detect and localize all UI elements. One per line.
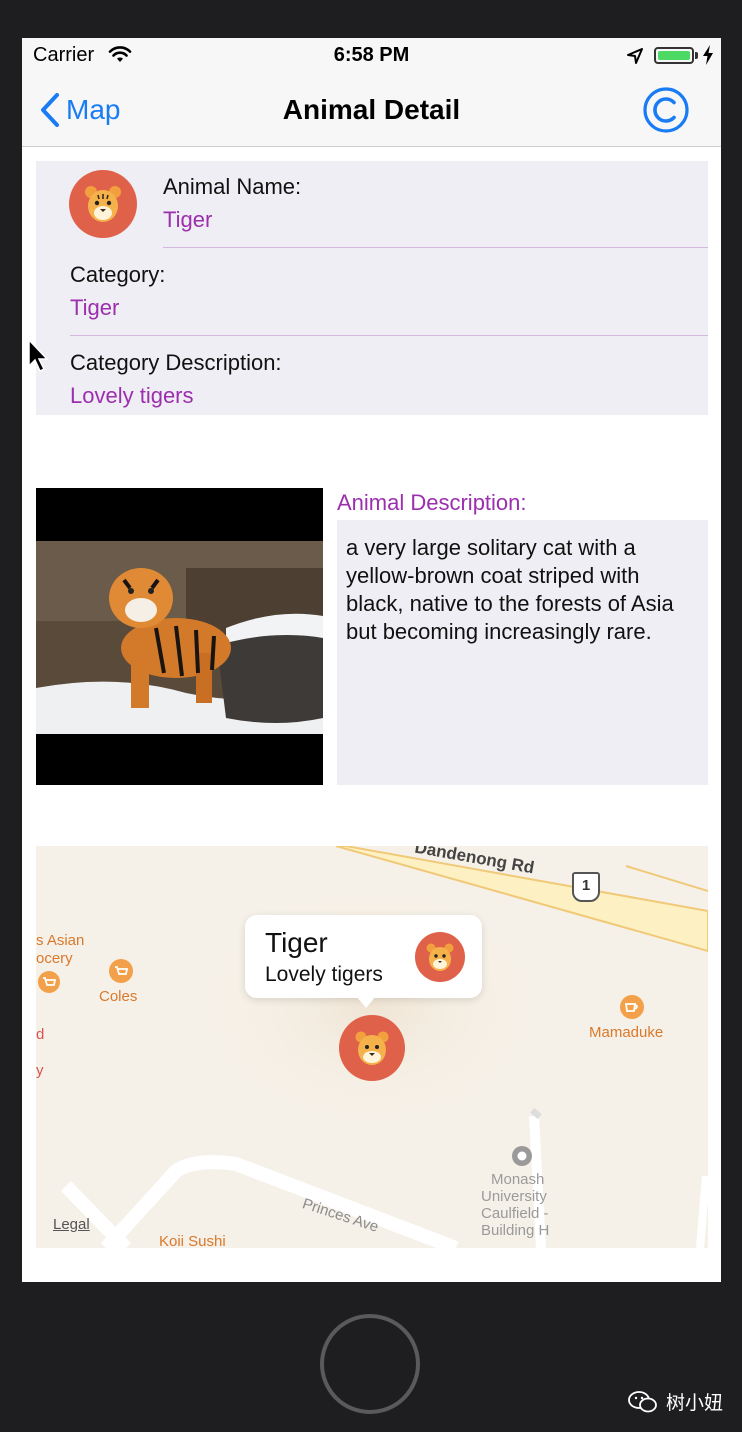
tiger-photo-image: [36, 541, 323, 734]
poi-label-monash: Building H: [481, 1222, 550, 1239]
poi-label-asian-grocery-line2: ocery: [36, 950, 73, 967]
watermark: 树小妞: [628, 1388, 723, 1415]
animal-description-box: a very large solitary cat with a yellow-…: [337, 520, 708, 785]
animal-description-heading: Animal Description:: [337, 490, 527, 515]
shopping-cart-icon[interactable]: [37, 970, 61, 994]
category-description-value: Lovely tigers: [70, 383, 194, 408]
category-label: Category:: [70, 262, 166, 287]
mouse-cursor-icon: [28, 338, 49, 373]
poi-label-asian-grocery: s Asian: [36, 932, 85, 949]
map-view[interactable]: Dandenong Rd 1 s Asian ocery Coles d y M…: [36, 846, 708, 1248]
home-button[interactable]: [320, 1314, 420, 1414]
animal-name-value: Tiger: [163, 207, 213, 232]
poi-label-monash: Caulfield -: [481, 1205, 549, 1222]
divider: [163, 247, 708, 248]
navigation-bar: Map Animal Detail: [22, 72, 721, 147]
poi-label-monash: University: [481, 1188, 547, 1205]
phone-screen: Carrier 6:58 PM Map Animal Detail Animal…: [22, 38, 721, 1282]
edge-label: y: [36, 1062, 44, 1079]
poi-label-mamaduke: Mamaduke: [589, 1024, 664, 1041]
category-description-label: Category Description:: [70, 350, 282, 375]
map-pin-icon[interactable]: [510, 1144, 534, 1168]
callout-subtitle: Lovely tigers: [265, 963, 383, 986]
animal-name-label: Animal Name:: [163, 174, 302, 199]
page-title: Animal Detail: [282, 94, 461, 125]
charging-bolt-icon: [703, 45, 713, 65]
battery-tip: [695, 52, 698, 59]
tiger-avatar: [69, 170, 137, 238]
animal-info-card: Animal Name: Tiger Category: Tiger Categ…: [36, 161, 708, 415]
divider: [70, 335, 708, 336]
tiger-map-pin-icon[interactable]: [338, 1014, 406, 1082]
location-arrow-icon: [627, 48, 643, 64]
watermark-text: 树小妞: [666, 1393, 724, 1414]
poi-label-koii-sushi: Koii Sushi: [159, 1233, 226, 1248]
map-callout[interactable]: Tiger Lovely tigers: [245, 915, 482, 998]
status-time: 6:58 PM: [333, 44, 410, 66]
wechat-icon: [628, 1390, 657, 1412]
callout-title: Tiger: [265, 927, 328, 958]
tiger-photo: [36, 488, 323, 785]
callout-tail: [356, 996, 376, 1008]
shopping-cart-icon[interactable]: [108, 958, 134, 984]
battery-icon: [654, 47, 694, 64]
legal-link[interactable]: Legal: [53, 1216, 90, 1233]
category-value: Tiger: [70, 295, 120, 320]
tiger-face-icon: [415, 932, 465, 982]
copyright-icon[interactable]: [642, 86, 690, 134]
edge-label: d: [36, 1026, 45, 1043]
poi-label-monash: Monash: [491, 1171, 545, 1188]
animal-description-text: a very large solitary cat with a yellow-…: [346, 535, 674, 644]
status-bar: Carrier 6:58 PM: [22, 38, 721, 72]
route-shield: 1: [572, 872, 600, 902]
tiger-face-icon: [85, 186, 121, 222]
poi-label-coles: Coles: [99, 988, 138, 1005]
cafe-icon[interactable]: [619, 994, 645, 1020]
